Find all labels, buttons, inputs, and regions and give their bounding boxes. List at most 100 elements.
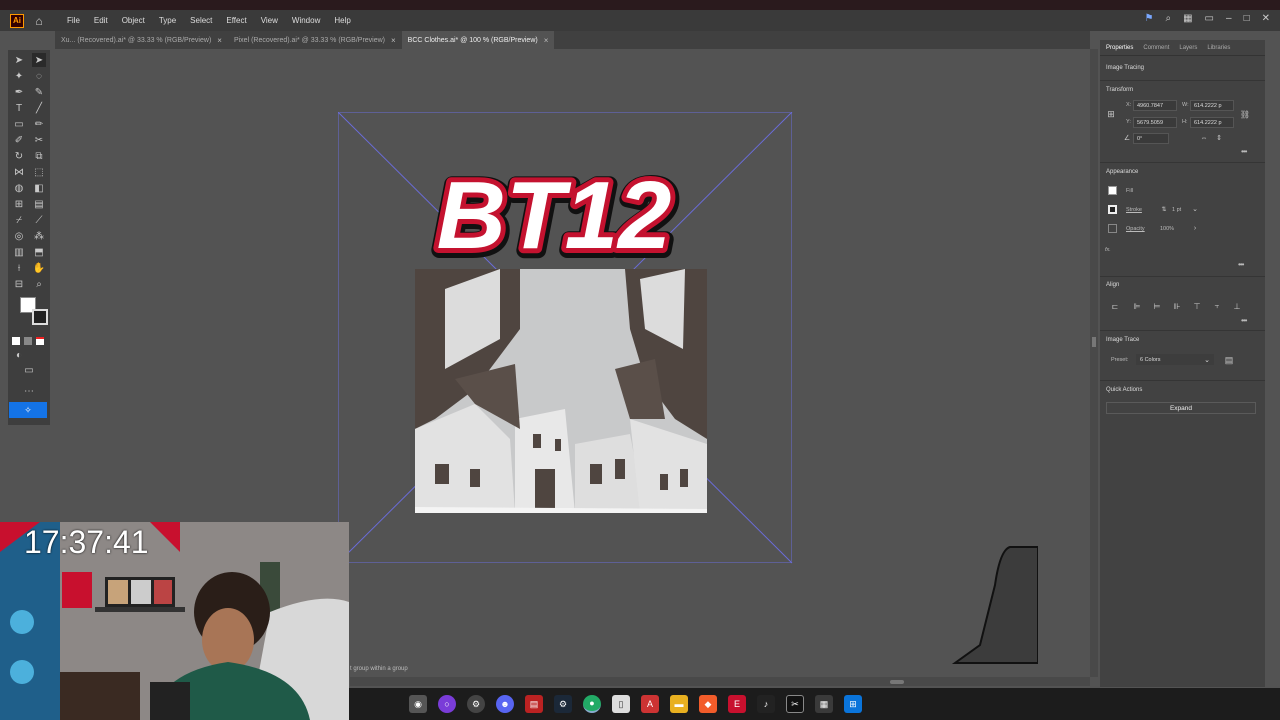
symbol-sprayer-icon[interactable]: ⁂: [32, 229, 46, 243]
graph-tool-icon[interactable]: ▥: [12, 245, 26, 259]
generative-ai-button[interactable]: ✧: [9, 402, 47, 418]
horizontal-scrollbar[interactable]: [350, 677, 1090, 686]
folder-icon[interactable]: ▬: [670, 695, 688, 713]
vertical-scrollbar[interactable]: [1090, 49, 1098, 677]
pen-tool-icon[interactable]: ✒: [12, 85, 26, 99]
tab-document-1[interactable]: Xu... (Recovered).ai* @ 33.33 % (RGB/Pre…: [55, 31, 228, 49]
lasso-icon[interactable]: ◌: [32, 69, 46, 83]
minimize-icon[interactable]: –: [1226, 13, 1232, 24]
acrobat-icon[interactable]: A: [641, 695, 659, 713]
align-top-icon[interactable]: ⊤: [1190, 299, 1204, 313]
opacity-label[interactable]: Opacity: [1126, 226, 1145, 232]
stroke-weight-value[interactable]: 1 pt: [1172, 207, 1181, 213]
align-center-icon[interactable]: ⊨: [1150, 299, 1164, 313]
workspace-icon[interactable]: ▦: [1183, 13, 1192, 24]
curvature-tool-icon[interactable]: ✎: [32, 85, 46, 99]
type-tool-icon[interactable]: T: [12, 101, 26, 115]
horizontal-scroll-thumb[interactable]: [890, 680, 904, 684]
close-tab-icon[interactable]: ×: [217, 36, 222, 45]
more-tools-icon[interactable]: ⋯: [22, 384, 36, 398]
tab-layers[interactable]: Layers: [1179, 45, 1197, 51]
gradient-mode-icon[interactable]: [24, 337, 32, 345]
color-mode-icon[interactable]: [12, 337, 20, 345]
menu-edit[interactable]: Edit: [87, 16, 115, 25]
constrain-link-icon[interactable]: ⛓: [1240, 108, 1250, 120]
screen-mode-icon[interactable]: ▭: [22, 363, 36, 377]
zoom-tool-icon[interactable]: ⌕: [32, 277, 46, 291]
hand-tool-icon[interactable]: ✋: [32, 261, 46, 275]
chrome-icon[interactable]: ●: [583, 695, 601, 713]
settings-icon[interactable]: ⚙: [467, 695, 485, 713]
gradient-tool-icon[interactable]: ▤: [32, 197, 46, 211]
h-input[interactable]: 614.2222 p: [1190, 117, 1234, 128]
align-to-icon[interactable]: ⊏: [1108, 299, 1122, 313]
shape-builder-icon[interactable]: ◍: [12, 181, 26, 195]
brave-icon[interactable]: ◆: [699, 695, 717, 713]
menu-object[interactable]: Object: [115, 16, 152, 25]
selection-tool-icon[interactable]: ➤: [12, 53, 26, 67]
draw-normal-icon[interactable]: ◐: [12, 348, 26, 362]
close-icon[interactable]: ✕: [1262, 13, 1270, 24]
stroke-dropdown-icon[interactable]: ⌄: [1190, 204, 1200, 214]
none-mode-icon[interactable]: [36, 337, 44, 345]
menu-file[interactable]: File: [60, 16, 87, 25]
discord-icon[interactable]: ☻: [496, 695, 514, 713]
print-tiling-icon[interactable]: ⊟: [12, 277, 26, 291]
windows-start-icon[interactable]: ⊞: [844, 695, 862, 713]
mesh-tool-icon[interactable]: ⊞: [12, 197, 26, 211]
preset-select[interactable]: 6 Colors ⌄: [1136, 354, 1214, 365]
browser-ring-icon[interactable]: ○: [438, 695, 456, 713]
menu-effect[interactable]: Effect: [219, 16, 253, 25]
voicemeeter-icon[interactable]: ▤: [525, 695, 543, 713]
app-red-icon[interactable]: E: [728, 695, 746, 713]
search-icon[interactable]: ⌕: [1165, 13, 1171, 24]
home-icon[interactable]: ⌂: [32, 14, 46, 28]
menu-select[interactable]: Select: [183, 16, 219, 25]
measure-tool-icon[interactable]: ⟋: [32, 213, 46, 227]
stroke-color-swatch[interactable]: [1108, 205, 1117, 214]
rotate-tool-icon[interactable]: ↻: [12, 149, 26, 163]
align-bottom-icon[interactable]: ⊥: [1230, 299, 1244, 313]
reference-point-icon[interactable]: ⊞: [1105, 108, 1117, 120]
align-left-icon[interactable]: ⊫: [1130, 299, 1144, 313]
flip-horizontal-icon[interactable]: ⇔: [1199, 133, 1209, 143]
x-input[interactable]: 4960.7847: [1133, 100, 1177, 111]
transform-more-icon[interactable]: •••: [1241, 147, 1247, 156]
align-middle-icon[interactable]: ⫟: [1210, 299, 1224, 313]
store-icon[interactable]: ▦: [815, 695, 833, 713]
flip-vertical-icon[interactable]: ⇕: [1214, 133, 1224, 143]
paintbrush-icon[interactable]: ✏: [32, 117, 46, 131]
stroke-swatch[interactable]: [32, 309, 48, 325]
close-tab-icon[interactable]: ×: [544, 36, 549, 45]
live-paint-icon[interactable]: ◧: [32, 181, 46, 195]
stroke-label[interactable]: Stroke: [1126, 207, 1142, 213]
expand-button[interactable]: Expand: [1106, 402, 1256, 414]
y-input[interactable]: 5679.5059: [1133, 117, 1177, 128]
fx-button[interactable]: fx.: [1105, 247, 1111, 253]
close-tab-icon[interactable]: ×: [391, 36, 396, 45]
appearance-more-icon[interactable]: •••: [1238, 260, 1244, 269]
capcut-icon[interactable]: ✂: [786, 695, 804, 713]
steam-icon[interactable]: ⚙: [554, 695, 572, 713]
eyedropper-icon[interactable]: ⌿: [12, 213, 26, 227]
arrange-icon[interactable]: ▭: [1205, 13, 1214, 24]
menu-help[interactable]: Help: [327, 16, 357, 25]
traced-city-image[interactable]: [415, 269, 707, 513]
file-icon[interactable]: ▯: [612, 695, 630, 713]
w-input[interactable]: 614.2222 p: [1190, 100, 1234, 111]
tab-properties[interactable]: Properties: [1106, 45, 1133, 51]
menu-window[interactable]: Window: [285, 16, 327, 25]
artboard-tool-icon[interactable]: ⬒: [32, 245, 46, 259]
tab-comment[interactable]: Comment: [1143, 45, 1169, 51]
opacity-arrow-icon[interactable]: ›: [1190, 223, 1200, 233]
align-more-icon[interactable]: •••: [1241, 316, 1247, 325]
scale-tool-icon[interactable]: ⧉: [32, 149, 46, 163]
tab-document-2[interactable]: Pixel (Recovered).ai* @ 33.33 % (RGB/Pre…: [228, 31, 402, 49]
tab-libraries[interactable]: Libraries: [1207, 45, 1230, 51]
magic-wand-icon[interactable]: ✦: [12, 69, 26, 83]
line-tool-icon[interactable]: ╱: [32, 101, 46, 115]
direct-selection-tool-icon[interactable]: ➤: [32, 53, 46, 67]
maximize-icon[interactable]: □: [1244, 13, 1250, 24]
fill-color-swatch[interactable]: [1108, 186, 1117, 195]
slice-tool-icon[interactable]: ⟊: [12, 261, 26, 275]
